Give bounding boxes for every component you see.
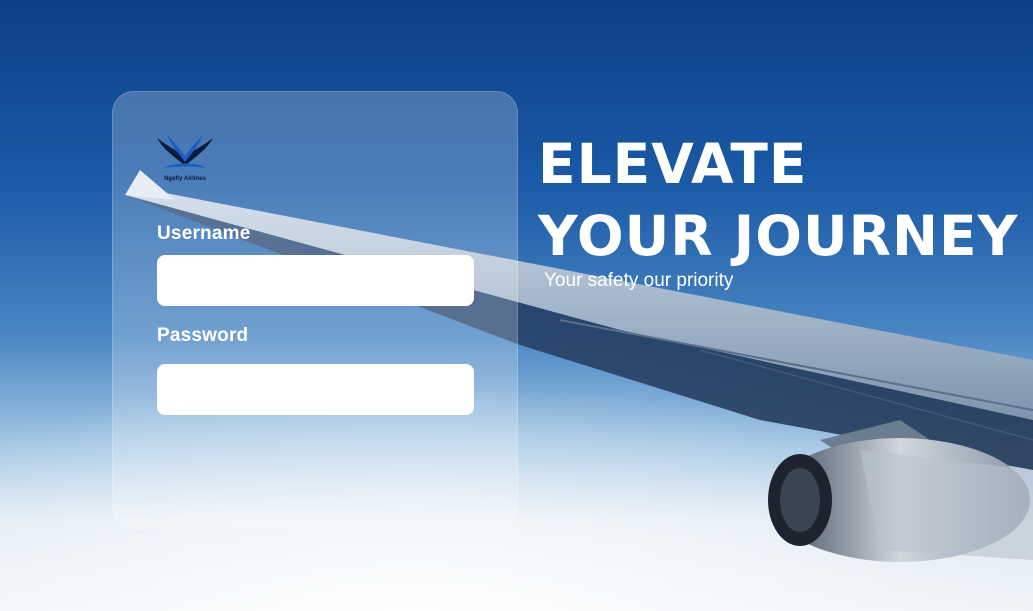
bird-wings-logo-icon bbox=[157, 134, 213, 168]
headline-line-2: YOUR JOURNEY bbox=[538, 204, 1019, 268]
password-input[interactable] bbox=[157, 364, 474, 415]
login-panel: Ngefly Airlines Username Password bbox=[112, 91, 518, 529]
hero-tagline: Your safety our priority bbox=[544, 270, 734, 291]
brand-logo: Ngefly Airlines bbox=[155, 132, 215, 188]
username-label: Username bbox=[157, 223, 251, 244]
hero-headline: ELEVATE YOUR JOURNEY bbox=[538, 128, 1018, 272]
login-screen: Ngefly Airlines Username Password ELEVAT… bbox=[0, 0, 1033, 611]
password-label: Password bbox=[157, 325, 249, 346]
brand-name: Ngefly Airlines bbox=[164, 176, 206, 182]
headline-line-1: ELEVATE bbox=[538, 132, 808, 196]
username-input[interactable] bbox=[157, 255, 474, 306]
